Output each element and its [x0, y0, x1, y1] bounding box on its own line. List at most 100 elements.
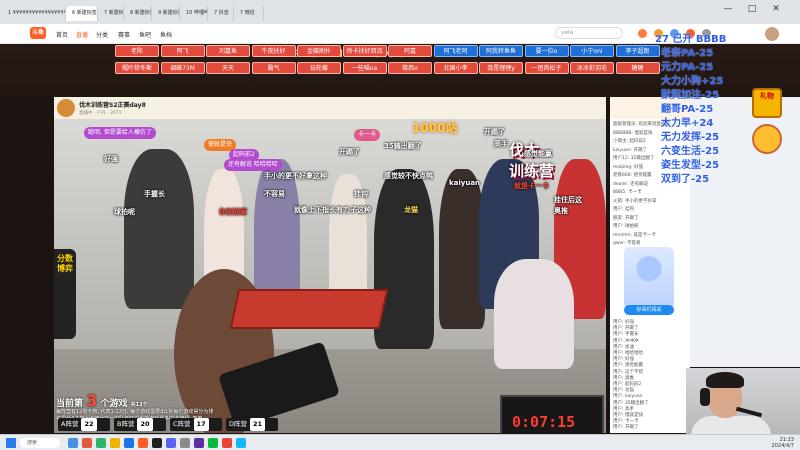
- overlay-entry: 姿生发型-25: [661, 160, 720, 171]
- banner-chip[interactable]: 调峰73M: [160, 62, 205, 74]
- steam-icon[interactable]: [152, 438, 162, 448]
- danmu-comment: kaiyuan: [449, 179, 481, 187]
- nav-home[interactable]: 首页: [56, 30, 68, 39]
- taskbar-search[interactable]: 搜索: [20, 438, 60, 448]
- timer-display: 0:07:15: [500, 395, 604, 433]
- game-prefix: 当前第: [56, 399, 84, 409]
- banner-chip[interactable]: 刘嘉鱼: [206, 45, 250, 57]
- danmu-comment: 还有解说 哈哈哈哈: [224, 159, 282, 171]
- taskbar: 搜索 21:23 2024/4/7: [0, 434, 800, 450]
- browser-tab[interactable]: 8 新建标签页: [124, 6, 152, 21]
- banner-chip[interactable]: 李子超跑: [615, 45, 660, 57]
- wechat-icon[interactable]: [208, 438, 218, 448]
- discord-icon[interactable]: [166, 438, 176, 448]
- danmu-comment: 就是卡一卡: [514, 182, 549, 190]
- chat-message: 用户: 开踢了: [613, 425, 639, 431]
- browser-tab[interactable]: 10 哔哩哔哩: [180, 6, 208, 21]
- mascot-image[interactable]: [624, 247, 674, 309]
- windows-start-icon[interactable]: [6, 438, 16, 448]
- banner-chip[interactable]: 北国小李: [433, 62, 478, 74]
- gift-icon[interactable]: 礼物: [752, 88, 782, 118]
- banner-chip[interactable]: 阿飞老阿: [433, 45, 478, 57]
- nav-yuba[interactable]: 鱼吧: [139, 30, 151, 39]
- folder-icon[interactable]: [110, 438, 120, 448]
- history-icon[interactable]: [638, 29, 647, 38]
- danmu-comment: 奥推: [554, 207, 568, 215]
- avatar[interactable]: [765, 27, 779, 41]
- system-clock: 21:23 2024/4/7: [772, 437, 794, 449]
- headset-icon: [700, 388, 710, 406]
- browser-tab[interactable]: 9 新建标签页: [152, 6, 180, 21]
- banner-chip[interactable]: 金碟刷扑: [297, 45, 341, 57]
- nav-match[interactable]: 赛事: [118, 30, 130, 39]
- app-icon[interactable]: [180, 438, 190, 448]
- team-score: 17: [193, 418, 209, 431]
- taskview-icon[interactable]: [68, 438, 78, 448]
- red-table: [229, 289, 389, 329]
- window-controls: — □ ✕: [716, 4, 796, 18]
- browser-tab-active[interactable]: 6 新建标签页: [66, 6, 98, 21]
- banner-chip[interactable]: 筷西o: [388, 62, 432, 74]
- browser-icon[interactable]: [124, 438, 134, 448]
- banner-chip[interactable]: 玩轮藤: [297, 62, 341, 74]
- banner-chip[interactable]: 阿飞: [160, 45, 205, 57]
- banner-chip[interactable]: 糖糖: [615, 62, 660, 74]
- banner-chip[interactable]: 一些喵oa: [342, 62, 387, 74]
- site-logo[interactable]: 斗鱼: [30, 27, 46, 39]
- team-d: D阵营 21: [226, 418, 278, 431]
- video-frame[interactable]: 1000站 伐木 训练营 分数博弈 聪明, 但是要给人横仿了 卡一卡 开踢了 慢就是快…: [54, 119, 606, 433]
- banner-chip[interactable]: 天天: [206, 62, 250, 74]
- team-name: C阵营: [173, 420, 191, 428]
- browser-tab[interactable]: 1 ¥¥¥¥¥¥¥¥¥¥¥¥¥¥¥¥¥¥¥¥¥¥¥¥¥¥¥¥: [2, 6, 66, 21]
- obs-icon[interactable]: [194, 438, 204, 448]
- browser-tab[interactable]: 7 微信: [234, 6, 264, 21]
- banner-chip[interactable]: 徐卡扶好回流: [342, 45, 387, 57]
- cam-hair: [706, 372, 744, 388]
- nav-yudang[interactable]: 鱼档: [160, 30, 172, 39]
- app-icon[interactable]: [82, 438, 92, 448]
- minimize-button[interactable]: —: [716, 4, 740, 14]
- overlay-entry: 太力早+24: [661, 118, 714, 129]
- qq-icon[interactable]: [236, 438, 246, 448]
- overlay-entry: 老奈PA-25: [661, 48, 714, 59]
- danmu-comment: 聪明, 但是要给人横仿了: [84, 127, 156, 139]
- banner-chip[interactable]: 霸气: [251, 62, 296, 74]
- mascot-button[interactable]: 好哥们闯关: [624, 305, 674, 315]
- banner-chip[interactable]: 我是理理y: [479, 62, 523, 74]
- nav-category[interactable]: 分类: [96, 30, 108, 39]
- banner-chip[interactable]: 一团肉松子: [524, 62, 569, 74]
- danmu-comment: 挂住后这: [554, 196, 582, 204]
- team-c: C阵营 17: [170, 418, 222, 431]
- video-player[interactable]: 伐木训练营S2正赛day8 直播中 · 户外 · 2671 1000站 伐木 训…: [54, 97, 606, 433]
- anchor-avatar[interactable]: [57, 99, 75, 117]
- team-a: A阵营 22: [58, 418, 110, 431]
- overlay-entry: 无力发挥-25: [661, 132, 720, 143]
- overlay-entry: 27 已开 BBBB: [655, 34, 727, 45]
- banner-chip[interactable]: 小宁oni: [570, 45, 614, 57]
- browser-tab[interactable]: 7 新建标签页: [98, 6, 124, 21]
- coin-icon[interactable]: [752, 124, 782, 154]
- game-counter: 当前第 3 个游戏 共12个: [56, 391, 148, 410]
- banner-chip[interactable]: 牛夜扶好: [251, 45, 296, 57]
- banner-chip[interactable]: 要一拉o: [524, 45, 569, 57]
- banner-chip[interactable]: 冰冰彩羽毛: [570, 62, 614, 74]
- side-badge: 分数博弈: [54, 249, 76, 339]
- banner-chip[interactable]: 阿我转鱼鱼: [479, 45, 523, 57]
- banner-chip[interactable]: 阿嘉: [388, 45, 432, 57]
- app-icon[interactable]: [96, 438, 106, 448]
- app-icon[interactable]: [222, 438, 232, 448]
- browser-tab-bar: 1 ¥¥¥¥¥¥¥¥¥¥¥¥¥¥¥¥¥¥¥¥¥¥¥¥¥¥¥¥ 6 新建标签页 7…: [0, 0, 800, 24]
- timer-digits: 0:07:15: [512, 413, 576, 431]
- overlay-entry: 翻哥PA-25: [661, 104, 714, 115]
- team-scoreboard: A阵营 22 B阵营 20 C阵营 17 D阵营 21: [54, 418, 294, 432]
- maximize-button[interactable]: □: [740, 4, 764, 14]
- person: [494, 259, 574, 369]
- nav-live[interactable]: 直播: [76, 30, 88, 39]
- browser-tab[interactable]: 7 抖音: [208, 6, 234, 21]
- search-input[interactable]: ywlw: [555, 27, 623, 39]
- banner-chip[interactable]: 帽叶棕冬斯: [115, 62, 159, 74]
- close-button[interactable]: ✕: [764, 4, 788, 14]
- danmu-comment: 高手: [494, 140, 508, 148]
- douyu-icon[interactable]: [138, 438, 148, 448]
- banner-chip[interactable]: 老陈: [115, 45, 159, 57]
